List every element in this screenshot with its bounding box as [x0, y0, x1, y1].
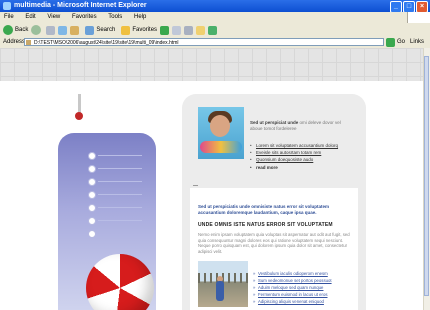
stop-icon[interactable] [46, 25, 56, 35]
body-paragraph: Nemo enim ipsam voluptatem quia voluptas… [198, 232, 350, 254]
search-icon [85, 25, 95, 35]
menu-edit[interactable]: Edit [25, 14, 35, 20]
golfer-photo [198, 261, 248, 307]
divider [193, 185, 198, 186]
toolbar: Back Search Favorites [0, 23, 430, 37]
favorites-button[interactable]: Favorites [118, 23, 157, 37]
address-label: Address [3, 39, 26, 45]
menu-view[interactable]: View [47, 14, 60, 20]
folder-icon[interactable] [196, 25, 206, 35]
menu-help[interactable]: Help [134, 14, 146, 20]
intro-links: Lorem sit voluptatem accusantium dolorq … [256, 142, 338, 163]
go-button[interactable]: Go [397, 37, 405, 48]
go-arrow-icon[interactable] [386, 38, 395, 47]
read-more-link[interactable]: read more [250, 165, 278, 170]
thermometer-icon [78, 94, 81, 114]
search-label: Search [96, 27, 116, 33]
beach-ball-image [86, 254, 154, 310]
address-bar: Address D:\TEST\MSO\2006\august\24\site\… [0, 37, 430, 48]
swimmer-photo [198, 107, 244, 159]
home-icon[interactable] [70, 25, 80, 35]
windows-logo-icon [407, 12, 430, 23]
address-input[interactable]: D:\TEST\MSO\2006\august\24\site\19\site\… [24, 38, 384, 46]
list-link-1[interactable]: Vestibulum iaculis odioperom enesm [253, 270, 332, 277]
menu-file[interactable]: File [4, 14, 14, 20]
vertical-scrollbar[interactable] [423, 48, 430, 310]
media-icon[interactable] [160, 25, 170, 35]
nav-divider [98, 155, 142, 156]
intro-link-2[interactable]: Eveisle sits autosrtam totam rem [256, 149, 338, 156]
intro-text: Sed ut perspiciat unde omi deleve dovor … [250, 120, 354, 131]
star-icon [121, 25, 131, 35]
link-list: Vestibulum iaculis odioperom enesm Sum v… [253, 270, 332, 305]
nav-bullet-2[interactable] [88, 165, 96, 173]
back-button[interactable]: Back [3, 23, 28, 37]
favorites-label: Favorites [132, 27, 158, 33]
list-link-3[interactable]: Aduim meloque sed quam nunque [253, 284, 332, 291]
nav-bullet-7[interactable] [88, 230, 96, 238]
forward-button[interactable] [31, 25, 43, 35]
tagline: Sed ut perspiciatis unde omnisiste natus… [198, 204, 330, 215]
nav-divider [98, 181, 142, 182]
window-title-bar: multimedia - Microsoft Internet Explorer… [0, 0, 430, 13]
print-icon[interactable] [184, 25, 194, 35]
nav-bullet-5[interactable] [88, 204, 96, 212]
scrollbar-thumb[interactable] [424, 56, 429, 296]
nav-bullet-4[interactable] [88, 191, 96, 199]
messenger-icon[interactable] [208, 25, 218, 35]
window-title: multimedia - Microsoft Internet Explorer [14, 2, 147, 9]
links-button[interactable]: Links [410, 37, 424, 48]
nav-divider [98, 194, 142, 195]
list-link-5[interactable]: Adipiscing aliquis venenat eniquod [253, 298, 332, 305]
nav-divider [98, 220, 142, 221]
section-title: UNDE OMNIS ISTE NATUS ERROR SIT VOLUPTAT… [198, 222, 333, 228]
page-icon [26, 40, 31, 45]
ie-icon [3, 2, 11, 10]
nav-bullet-6[interactable] [88, 217, 96, 225]
nav-divider [98, 207, 142, 208]
intro-bold: Sed ut perspiciat unde [250, 120, 299, 125]
nav-bullet-1[interactable] [88, 152, 96, 160]
search-button[interactable]: Search [82, 23, 115, 37]
nav-bullet-3[interactable] [88, 178, 96, 186]
menu-bar: File Edit View Favorites Tools Help [0, 12, 430, 23]
intro-link-3[interactable]: Quonsium doequosiste audo [256, 156, 338, 163]
menu-tools[interactable]: Tools [108, 14, 122, 20]
back-arrow-icon [3, 25, 13, 35]
intro-link-1[interactable]: Lorem sit voluptatem accusantium dolorq [256, 142, 338, 149]
menu-favorites[interactable]: Favorites [72, 14, 97, 20]
forward-arrow-icon [31, 25, 42, 35]
mail-icon[interactable] [172, 25, 182, 35]
thermometer-bulb [75, 112, 83, 120]
list-link-4[interactable]: Fermentum euismod in lacus ut eros [253, 291, 332, 298]
list-link-2[interactable]: Sum vedeomonue set portos peossuot [253, 277, 332, 284]
back-label: Back [15, 27, 29, 33]
refresh-icon[interactable] [58, 25, 68, 35]
header-pattern [0, 48, 424, 81]
nav-divider [98, 168, 142, 169]
